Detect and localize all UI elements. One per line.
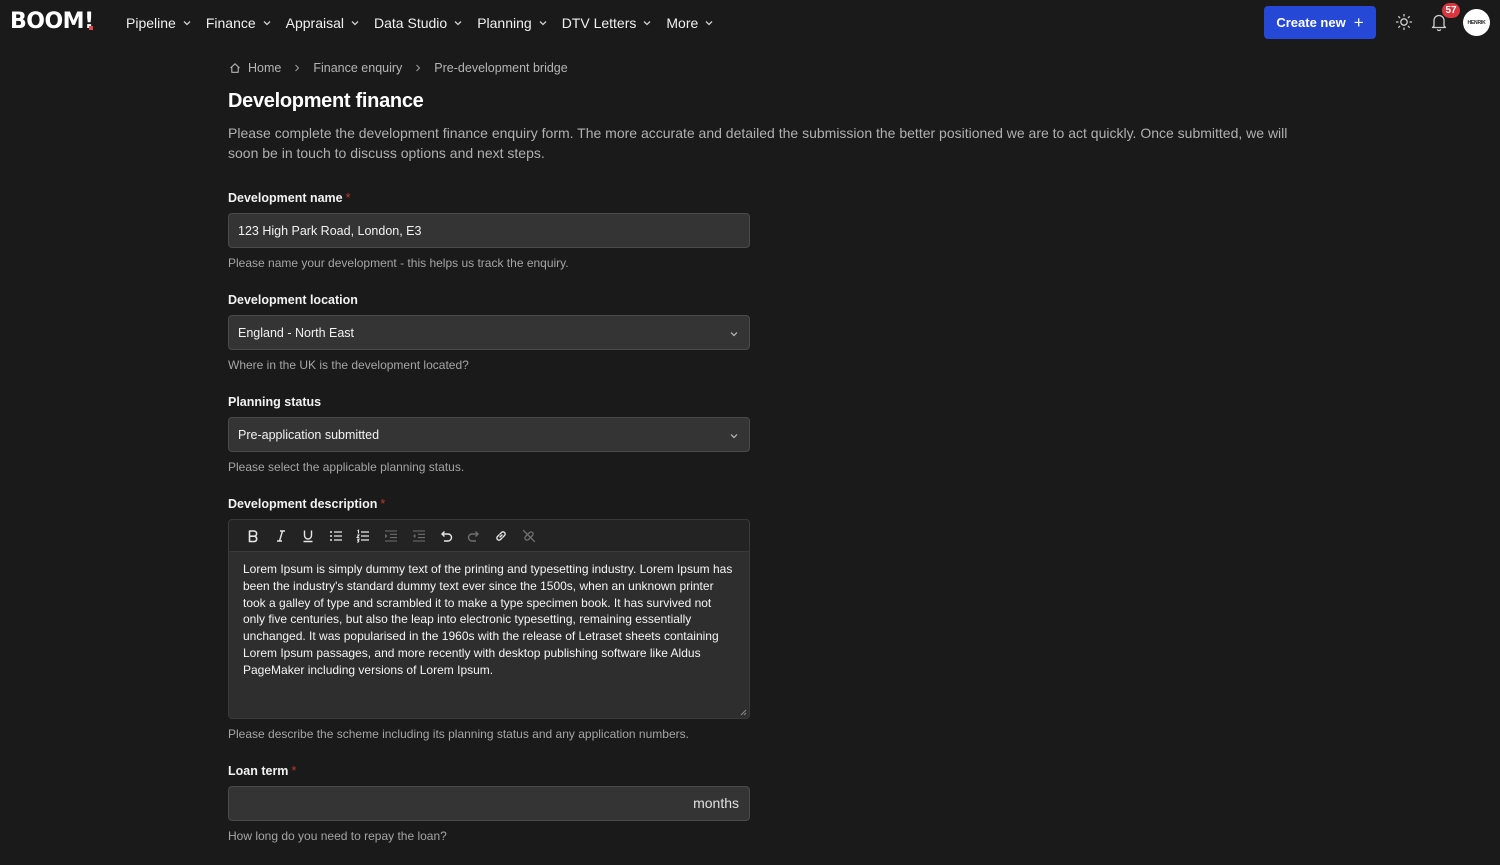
dev-name-label: Development name * — [228, 191, 351, 205]
planning-status-label-text: Planning status — [228, 395, 322, 409]
notification-badge: 57 — [1442, 3, 1460, 18]
bold-button[interactable] — [243, 526, 263, 546]
nav-item-label: Data Studio — [374, 15, 448, 31]
dev-description-textarea[interactable]: Lorem Ipsum is simply dummy text of the … — [229, 552, 749, 688]
logo-mark: ! — [84, 9, 94, 34]
bullet-list-icon — [329, 530, 342, 541]
planning-status-select[interactable]: Pre-application submitted — [228, 417, 750, 452]
dev-location-help: Where in the UK is the development locat… — [228, 358, 469, 372]
nav-item-dtv-letters[interactable]: DTV Letters — [562, 0, 653, 46]
loan-term-input[interactable]: months — [228, 786, 750, 821]
dev-location-label-text: Development location — [228, 293, 358, 307]
nav-item-label: DTV Letters — [561, 15, 637, 31]
nav-item-planning[interactable]: Planning — [477, 0, 548, 46]
nav-item-label: Appraisal — [285, 15, 345, 31]
dev-name-input[interactable]: 123 High Park Road, London, E3 — [228, 213, 750, 248]
dev-description-label-text: Development description — [228, 497, 378, 511]
unlink-button[interactable] — [519, 526, 539, 546]
required-mark: * — [345, 191, 351, 205]
top-navbar: BOOM! Pipeline Finance Appraisal Data St… — [0, 0, 1500, 46]
sun-icon[interactable] — [1395, 13, 1413, 31]
outdent-button[interactable] — [409, 526, 429, 546]
boom-logo[interactable]: BOOM! — [10, 9, 94, 35]
dev-description-label: Development description * — [228, 497, 385, 511]
chevron-down-icon — [183, 21, 191, 26]
italic-icon — [276, 529, 285, 542]
numbered-list-button[interactable] — [353, 526, 373, 546]
create-new-button[interactable]: Create new + — [1264, 6, 1376, 39]
nav-item-appraisal[interactable]: Appraisal — [286, 0, 360, 46]
nav-item-more[interactable]: More — [666, 0, 714, 46]
create-new-label: Create new — [1276, 15, 1346, 30]
chevron-down-icon — [454, 21, 462, 26]
chevron-down-icon — [351, 21, 359, 26]
outdent-icon — [412, 529, 425, 542]
breadcrumb-current: Pre-development bridge — [434, 61, 568, 75]
dev-description-editor: Lorem Ipsum is simply dummy text of the … — [228, 519, 750, 719]
dev-location-select[interactable]: England - North East — [228, 315, 750, 350]
undo-icon — [441, 530, 453, 542]
chevron-down-icon — [539, 21, 547, 26]
home-icon — [230, 63, 240, 73]
chevron-down-icon — [730, 434, 738, 439]
editor-toolbar — [229, 520, 749, 552]
underline-button[interactable] — [298, 526, 318, 546]
dev-location-value: England - North East — [238, 325, 355, 340]
plus-icon: + — [1353, 13, 1364, 32]
nav-item-label: Pipeline — [126, 15, 176, 31]
chevron-down-icon — [705, 21, 713, 26]
redo-button[interactable] — [464, 526, 484, 546]
dev-name-value: 123 High Park Road, London, E3 — [238, 223, 422, 238]
planning-status-label: Planning status — [228, 395, 321, 409]
loan-term-help: How long do you need to repay the loan? — [228, 829, 447, 843]
planning-status-help: Please select the applicable planning st… — [228, 460, 465, 474]
avatar-text: HENRIK — [1467, 19, 1486, 26]
nav-item-label: More — [666, 15, 699, 31]
bold-icon — [248, 529, 258, 542]
link-button[interactable] — [491, 526, 511, 546]
dev-location-label: Development location — [228, 293, 358, 307]
breadcrumb: Home Finance enquiry Pre-development bri… — [229, 58, 568, 78]
underline-icon — [303, 530, 313, 542]
dev-name-help: Please name your development - this help… — [228, 256, 569, 270]
indent-button[interactable] — [381, 526, 401, 546]
resize-grip-icon[interactable] — [739, 708, 747, 716]
nav-item-pipeline[interactable]: Pipeline — [126, 0, 192, 46]
undo-button[interactable] — [436, 526, 456, 546]
required-mark: * — [291, 764, 297, 778]
page-intro: Please complete the development finance … — [228, 125, 1288, 161]
chevron-right-icon — [416, 64, 421, 72]
chevron-right-icon — [295, 64, 300, 72]
main-nav: Pipeline Finance Appraisal Data Studio P… — [126, 0, 728, 46]
loan-term-label-text: Loan term — [228, 764, 289, 778]
numbered-list-icon — [356, 528, 370, 543]
avatar[interactable]: HENRIK — [1463, 9, 1490, 36]
chevron-down-icon — [730, 332, 738, 337]
dev-description-help: Please describe the scheme including its… — [228, 727, 689, 741]
required-mark: * — [380, 497, 386, 511]
dev-name-label-text: Development name — [228, 191, 343, 205]
loan-term-suffix: months — [693, 795, 739, 811]
unlink-icon — [522, 529, 536, 542]
chevron-down-icon — [643, 21, 651, 26]
logo-text: BOOM — [10, 9, 85, 34]
planning-status-value: Pre-application submitted — [238, 427, 380, 442]
breadcrumb-finance-enquiry[interactable]: Finance enquiry — [313, 61, 402, 75]
chevron-down-icon — [263, 21, 271, 26]
redo-icon — [467, 530, 479, 542]
nav-item-finance[interactable]: Finance — [206, 0, 272, 46]
italic-button[interactable] — [271, 526, 291, 546]
indent-icon — [384, 529, 397, 542]
link-icon — [496, 530, 507, 541]
loan-term-label: Loan term * — [228, 764, 296, 778]
nav-item-data-studio[interactable]: Data Studio — [374, 0, 463, 46]
page-title: Development finance — [228, 90, 424, 112]
breadcrumb-home[interactable]: Home — [248, 61, 281, 75]
nav-item-label: Planning — [477, 15, 532, 31]
nav-item-label: Finance — [205, 15, 256, 31]
bullet-list-button[interactable] — [326, 526, 346, 546]
